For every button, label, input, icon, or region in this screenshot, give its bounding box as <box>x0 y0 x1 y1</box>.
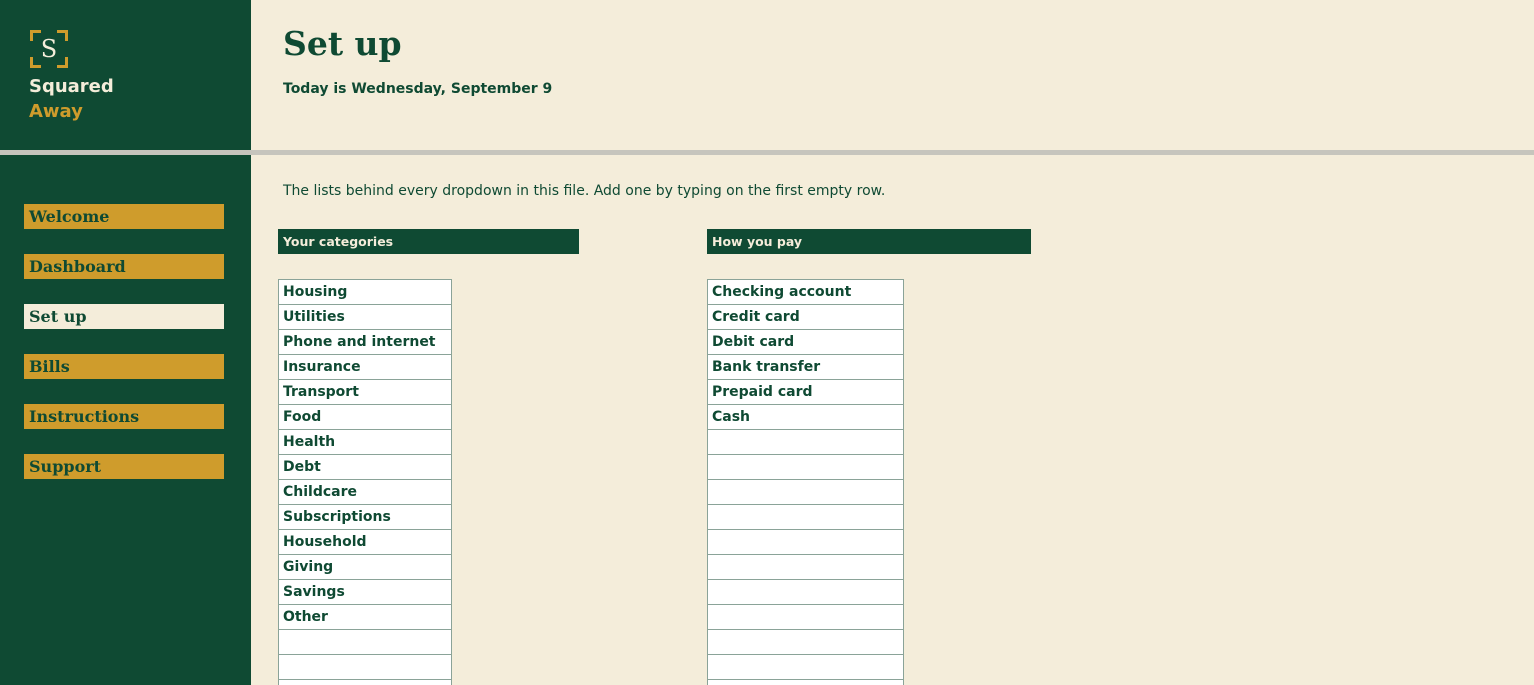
page-title: Set up <box>283 24 402 63</box>
payment-method-row-cell[interactable]: Checking account <box>707 279 904 305</box>
payment-method-row-cell[interactable]: Debit card <box>707 329 904 355</box>
category-row: Utilities <box>278 304 452 330</box>
payment-method-row <box>707 479 904 505</box>
category-row-cell[interactable] <box>278 629 452 655</box>
payment-method-row: Debit card <box>707 329 904 355</box>
category-row-cell[interactable]: Subscriptions <box>278 504 452 530</box>
nav-item-dashboard[interactable]: Dashboard <box>24 254 224 279</box>
category-row-cell[interactable]: Utilities <box>278 304 452 330</box>
payment-method-row <box>707 429 904 455</box>
category-row: Housing <box>278 279 452 305</box>
payment-method-row-cell[interactable] <box>707 679 904 685</box>
payment-method-row-cell[interactable] <box>707 654 904 680</box>
nav-item-set-up[interactable]: Set up <box>24 304 224 329</box>
category-row: Other <box>278 604 452 630</box>
category-row: Subscriptions <box>278 504 452 530</box>
sidebar-divider <box>0 150 251 155</box>
category-row: Household <box>278 529 452 555</box>
category-row-cell[interactable]: Food <box>278 404 452 430</box>
date-line: Today is Wednesday, September 9 <box>283 81 553 97</box>
sidebar: S Squared Away Welcome Dashboard Set up … <box>0 0 251 685</box>
payment-method-row: Checking account <box>707 279 904 305</box>
category-row: Transport <box>278 379 452 405</box>
payment-method-row <box>707 554 904 580</box>
logo-letter: S <box>40 35 58 63</box>
nav-item-welcome[interactable]: Welcome <box>24 204 224 229</box>
category-row-cell[interactable]: Health <box>278 429 452 455</box>
payment-method-row-cell[interactable]: Bank transfer <box>707 354 904 380</box>
category-row-cell[interactable] <box>278 679 452 685</box>
payment-method-row-cell[interactable] <box>707 629 904 655</box>
payment-method-row-cell[interactable]: Credit card <box>707 304 904 330</box>
payment-method-row: Credit card <box>707 304 904 330</box>
category-row-cell[interactable]: Phone and internet <box>278 329 452 355</box>
payments-heading: How you pay <box>707 229 1031 254</box>
payment-method-row <box>707 654 904 680</box>
categories-heading: Your categories <box>278 229 579 254</box>
category-row <box>278 679 452 685</box>
category-row: Debt <box>278 454 452 480</box>
category-row: Giving <box>278 554 452 580</box>
payment-method-row: Prepaid card <box>707 379 904 405</box>
payment-method-row-cell[interactable] <box>707 479 904 505</box>
payment-method-row <box>707 454 904 480</box>
brand-name-line1: Squared <box>29 76 114 97</box>
payment-method-row <box>707 529 904 555</box>
category-row <box>278 629 452 655</box>
payment-method-row-cell[interactable] <box>707 504 904 530</box>
nav-item-support[interactable]: Support <box>24 454 224 479</box>
nav-item-bills[interactable]: Bills <box>24 354 224 379</box>
category-row: Savings <box>278 579 452 605</box>
category-row: Phone and internet <box>278 329 452 355</box>
nav-item-instructions[interactable]: Instructions <box>24 404 224 429</box>
payment-method-row-cell[interactable] <box>707 604 904 630</box>
payment-method-row-cell[interactable] <box>707 454 904 480</box>
category-row-cell[interactable]: Transport <box>278 379 452 405</box>
payment-method-row <box>707 579 904 605</box>
intro-text: The lists behind every dropdown in this … <box>283 183 886 199</box>
category-row: Insurance <box>278 354 452 380</box>
header-divider <box>251 150 1534 155</box>
payment-method-row: Cash <box>707 404 904 430</box>
categories-list: Housing Utilities Phone and internet Insura… <box>278 279 452 685</box>
payment-method-row-cell[interactable] <box>707 579 904 605</box>
brand-name-line2: Away <box>29 101 83 122</box>
payment-method-row-cell[interactable] <box>707 529 904 555</box>
payment-method-row <box>707 604 904 630</box>
payment-method-row <box>707 679 904 685</box>
payment-method-row-cell[interactable] <box>707 429 904 455</box>
category-row: Health <box>278 429 452 455</box>
category-row-cell[interactable]: Childcare <box>278 479 452 505</box>
category-row-cell[interactable]: Giving <box>278 554 452 580</box>
category-row-cell[interactable]: Other <box>278 604 452 630</box>
category-row-cell[interactable] <box>278 654 452 680</box>
logo-icon: S <box>30 30 68 68</box>
payment-method-row-cell[interactable] <box>707 554 904 580</box>
category-row: Food <box>278 404 452 430</box>
category-row: Childcare <box>278 479 452 505</box>
category-row-cell[interactable]: Household <box>278 529 452 555</box>
category-row-cell[interactable]: Housing <box>278 279 452 305</box>
payments-list: Checking account Credit card Debit card Ban… <box>707 279 904 685</box>
category-row <box>278 654 452 680</box>
category-row-cell[interactable]: Insurance <box>278 354 452 380</box>
payment-method-row: Bank transfer <box>707 354 904 380</box>
category-row-cell[interactable]: Savings <box>278 579 452 605</box>
category-row-cell[interactable]: Debt <box>278 454 452 480</box>
payment-method-row <box>707 629 904 655</box>
payment-method-row-cell[interactable]: Prepaid card <box>707 379 904 405</box>
payment-method-row-cell[interactable]: Cash <box>707 404 904 430</box>
payment-method-row <box>707 504 904 530</box>
